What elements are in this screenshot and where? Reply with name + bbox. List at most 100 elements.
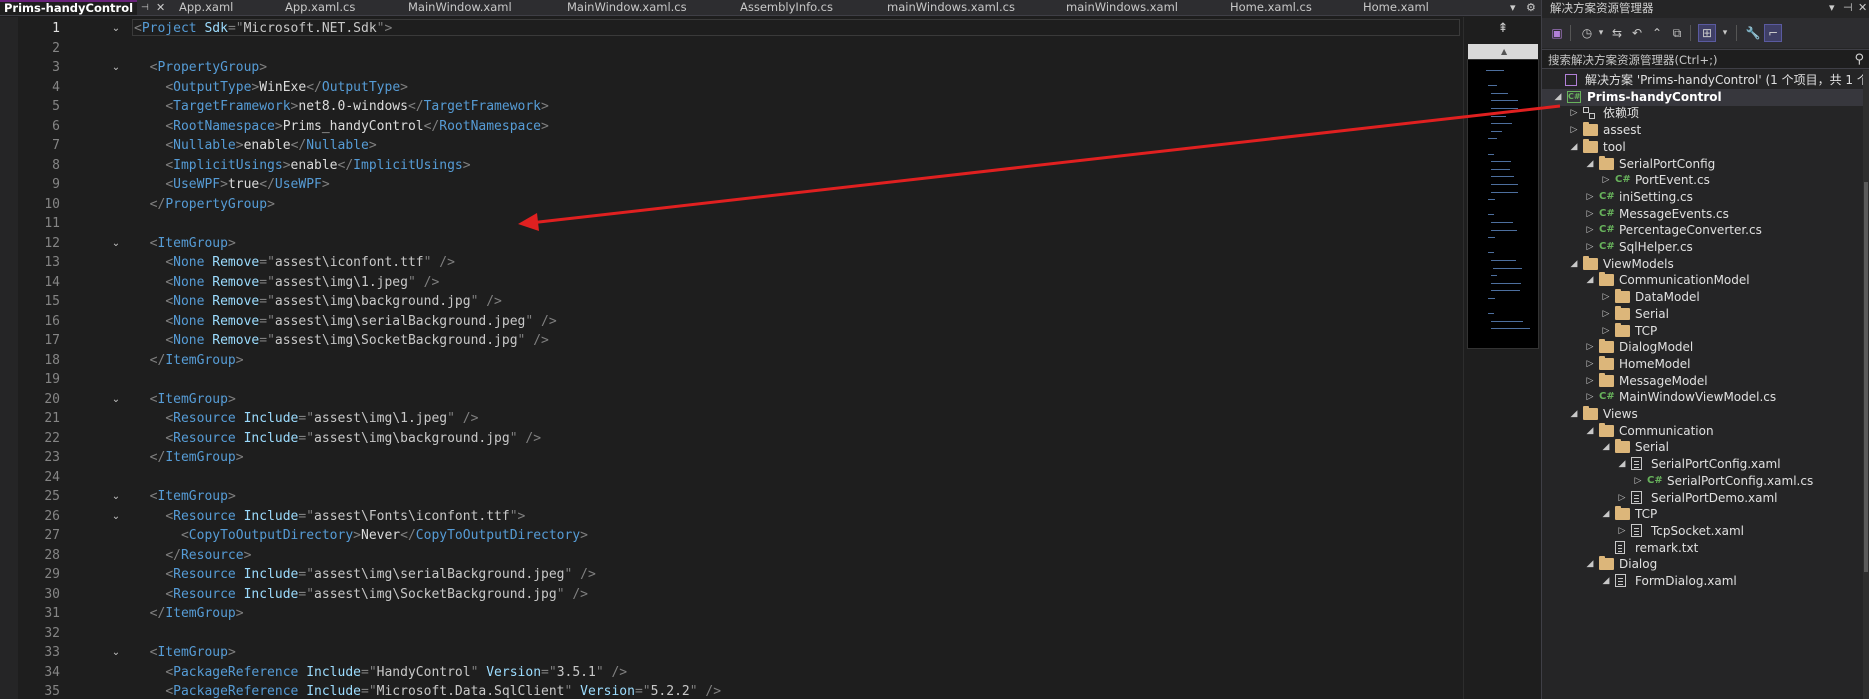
collapsed-triangle-icon[interactable]: ▷ bbox=[1600, 306, 1612, 323]
explorer-scrollbar[interactable] bbox=[1863, 70, 1869, 699]
code-line[interactable]: 27 <CopyToOutputDirectory>Never</CopyToO… bbox=[0, 526, 1463, 546]
code-line[interactable]: 25 ⌄ <ItemGroup> bbox=[0, 487, 1463, 507]
code-line[interactable]: 6 <RootNamespace>Prims_handyControl</Roo… bbox=[0, 117, 1463, 137]
tree-solution-item[interactable]: 解决方案 'Prims-handyControl' (1 个项目，共 1 个) bbox=[1542, 72, 1869, 89]
expanded-triangle-icon[interactable]: ◢ bbox=[1568, 406, 1580, 423]
code-line[interactable]: 29 <Resource Include="assest\img\serialB… bbox=[0, 565, 1463, 585]
collapse-all-icon[interactable]: ⌃ bbox=[1648, 24, 1666, 42]
tab-mainwindows-xaml[interactable]: mainWindows.xaml bbox=[1066, 0, 1178, 15]
tree-file-item[interactable]: ▷ 依赖项 bbox=[1542, 105, 1864, 122]
expanded-triangle-icon[interactable]: ◢ bbox=[1584, 272, 1596, 289]
code-line[interactable]: 4 <OutputType>WinExe</OutputType> bbox=[0, 78, 1463, 98]
search-icon[interactable]: ⚲ bbox=[1854, 51, 1864, 68]
tree-file-item[interactable]: ▷ C# SqlHelper.cs bbox=[1542, 239, 1864, 256]
code-line[interactable]: 8 <ImplicitUsings>enable</ImplicitUsings… bbox=[0, 156, 1463, 176]
code-line[interactable]: 2 bbox=[0, 39, 1463, 59]
code-line[interactable]: 10 </PropertyGroup> bbox=[0, 195, 1463, 215]
expanded-triangle-icon[interactable]: ◢ bbox=[1600, 439, 1612, 456]
tree-folder-item[interactable]: ◢ ViewModels bbox=[1542, 255, 1864, 273]
collapsed-triangle-icon[interactable]: ▷ bbox=[1584, 373, 1596, 390]
tree-folder-item[interactable]: ▷ TCP bbox=[1542, 322, 1864, 340]
collapsed-triangle-icon[interactable]: ▷ bbox=[1632, 473, 1644, 490]
expanded-triangle-icon[interactable]: ◢ bbox=[1568, 256, 1580, 273]
collapsed-triangle-icon[interactable]: ▷ bbox=[1584, 389, 1596, 406]
code-line[interactable]: 1 ⌄ <Project Sdk="Microsoft.NET.Sdk"> bbox=[0, 19, 1463, 39]
tree-folder-item[interactable]: ▷ Serial bbox=[1542, 305, 1864, 323]
code-line[interactable]: 21 <Resource Include="assest\img\1.jpeg"… bbox=[0, 409, 1463, 429]
collapsed-triangle-icon[interactable]: ▷ bbox=[1568, 122, 1580, 139]
tree-file-item[interactable]: ▷ C# SerialPortConfig.xaml.cs bbox=[1542, 473, 1864, 490]
tab-list-dropdown-icon[interactable]: ▾ bbox=[1510, 0, 1516, 15]
collapsed-triangle-icon[interactable]: ▷ bbox=[1584, 356, 1596, 373]
tree-file-item[interactable]: ▷ C# PercentageConverter.cs bbox=[1542, 222, 1864, 239]
tab-home-xaml-cs[interactable]: Home.xaml.cs bbox=[1230, 0, 1312, 15]
switch-views-icon[interactable]: ▣ bbox=[1548, 24, 1566, 42]
fold-toggle-chevron-icon[interactable]: ⌄ bbox=[110, 507, 122, 527]
code-line[interactable]: 33 ⌄ <ItemGroup> bbox=[0, 643, 1463, 663]
code-line[interactable]: 5 <TargetFramework>net8.0-windows</Targe… bbox=[0, 97, 1463, 117]
tree-file-item[interactable]: ▷ TcpSocket.xaml bbox=[1542, 523, 1864, 540]
collapsed-triangle-icon[interactable]: ▷ bbox=[1584, 239, 1596, 256]
tree-folder-item[interactable]: ◢ SerialPortConfig bbox=[1542, 155, 1864, 173]
code-line[interactable]: 24 bbox=[0, 468, 1463, 488]
code-line[interactable]: 32 bbox=[0, 624, 1463, 644]
tree-file-item[interactable]: ▷ C# MainWindowViewModel.cs bbox=[1542, 389, 1864, 406]
pin-icon[interactable]: ⊣ bbox=[1843, 0, 1853, 16]
collapsed-triangle-icon[interactable]: ▷ bbox=[1616, 490, 1628, 507]
tree-folder-item[interactable]: ◢ Communication bbox=[1542, 422, 1864, 440]
tree-file-item[interactable]: ◢ FormDialog.xaml bbox=[1542, 573, 1864, 590]
tree-file-item[interactable]: remark.txt bbox=[1542, 540, 1864, 557]
expanded-triangle-icon[interactable]: ◢ bbox=[1584, 423, 1596, 440]
tree-folder-item[interactable]: ◢ Views bbox=[1542, 406, 1864, 423]
collapsed-triangle-icon[interactable]: ▷ bbox=[1600, 172, 1612, 189]
tree-file-item[interactable]: ▷ C# iniSetting.cs bbox=[1542, 189, 1864, 206]
collapsed-triangle-icon[interactable]: ▷ bbox=[1600, 289, 1612, 306]
collapsed-triangle-icon[interactable]: ▷ bbox=[1568, 105, 1580, 122]
show-all-files-icon[interactable]: ⊞ bbox=[1698, 24, 1716, 42]
panel-menu-icon[interactable]: ▾ bbox=[1829, 0, 1835, 16]
explorer-search-box[interactable]: ⚲ bbox=[1542, 49, 1869, 69]
fold-toggle-chevron-icon[interactable]: ⌄ bbox=[110, 234, 122, 254]
code-line[interactable]: 20 ⌄ <ItemGroup> bbox=[0, 390, 1463, 410]
tree-folder-item[interactable]: ▷ MessageModel bbox=[1542, 372, 1864, 390]
chevron-down-icon[interactable]: ▾ bbox=[1716, 24, 1734, 42]
tree-folder-item[interactable]: ▷ DialogModel bbox=[1542, 339, 1864, 356]
expanded-triangle-icon[interactable]: ◢ bbox=[1600, 573, 1612, 590]
split-window-icon[interactable]: ⇞ bbox=[1490, 21, 1516, 37]
fold-toggle-chevron-icon[interactable]: ⌄ bbox=[110, 487, 122, 507]
expanded-triangle-icon[interactable]: ◢ bbox=[1584, 156, 1596, 173]
pin-icon[interactable]: ⊣ bbox=[141, 0, 149, 15]
expanded-triangle-icon[interactable]: ◢ bbox=[1600, 506, 1612, 523]
expanded-triangle-icon[interactable]: ◢ bbox=[1584, 556, 1596, 573]
explorer-scroll-thumb[interactable] bbox=[1864, 182, 1868, 572]
code-line[interactable]: 12 ⌄ <ItemGroup> bbox=[0, 234, 1463, 254]
code-line[interactable]: 35 <PackageReference Include="Microsoft.… bbox=[0, 682, 1463, 699]
code-line[interactable]: 7 <Nullable>enable</Nullable> bbox=[0, 136, 1463, 156]
tree-folder-item[interactable]: ◢ tool bbox=[1542, 138, 1864, 156]
tree-file-item[interactable]: ▷ C# MessageEvents.cs bbox=[1542, 206, 1864, 223]
expanded-triangle-icon[interactable]: ◢ bbox=[1568, 139, 1580, 156]
collapsed-triangle-icon[interactable]: ▷ bbox=[1584, 189, 1596, 206]
tab-assemblyinfo-cs[interactable]: AssemblyInfo.cs bbox=[740, 0, 833, 15]
code-line[interactable]: 13 <None Remove="assest\iconfont.ttf" /> bbox=[0, 253, 1463, 273]
back-icon[interactable]: ↶ bbox=[1628, 24, 1646, 42]
fold-toggle-chevron-icon[interactable]: ⌄ bbox=[110, 390, 122, 410]
fold-toggle-chevron-icon[interactable]: ⌄ bbox=[110, 58, 122, 78]
sync-icon[interactable]: ⇆ bbox=[1608, 24, 1626, 42]
code-line[interactable]: 18 </ItemGroup> bbox=[0, 351, 1463, 371]
preview-icon[interactable]: ⌐ bbox=[1764, 24, 1782, 42]
collapsed-triangle-icon[interactable]: ▷ bbox=[1584, 339, 1596, 356]
tree-folder-item[interactable]: ▷ assest bbox=[1542, 122, 1864, 139]
tab-app-xaml-cs[interactable]: App.xaml.cs bbox=[285, 0, 355, 15]
tab-mainwindows-xaml-cs[interactable]: mainWindows.xaml.cs bbox=[887, 0, 1015, 15]
copy-icon[interactable]: ⧉ bbox=[1668, 24, 1686, 42]
tree-project-item[interactable]: ◢ C# Prims-handyControl bbox=[1542, 88, 1864, 106]
collapsed-triangle-icon[interactable]: ▷ bbox=[1616, 523, 1628, 540]
tree-folder-item[interactable]: ◢ Serial bbox=[1542, 439, 1864, 456]
close-icon[interactable]: ✕ bbox=[156, 0, 165, 15]
settings-gear-icon[interactable]: ⚙ bbox=[1526, 0, 1536, 15]
tree-file-item[interactable]: ◢ SerialPortConfig.xaml bbox=[1542, 456, 1864, 473]
explorer-search-input[interactable] bbox=[1548, 51, 1838, 68]
expanded-triangle-icon[interactable]: ◢ bbox=[1616, 456, 1628, 473]
fold-toggle-chevron-icon[interactable]: ⌄ bbox=[110, 643, 122, 663]
